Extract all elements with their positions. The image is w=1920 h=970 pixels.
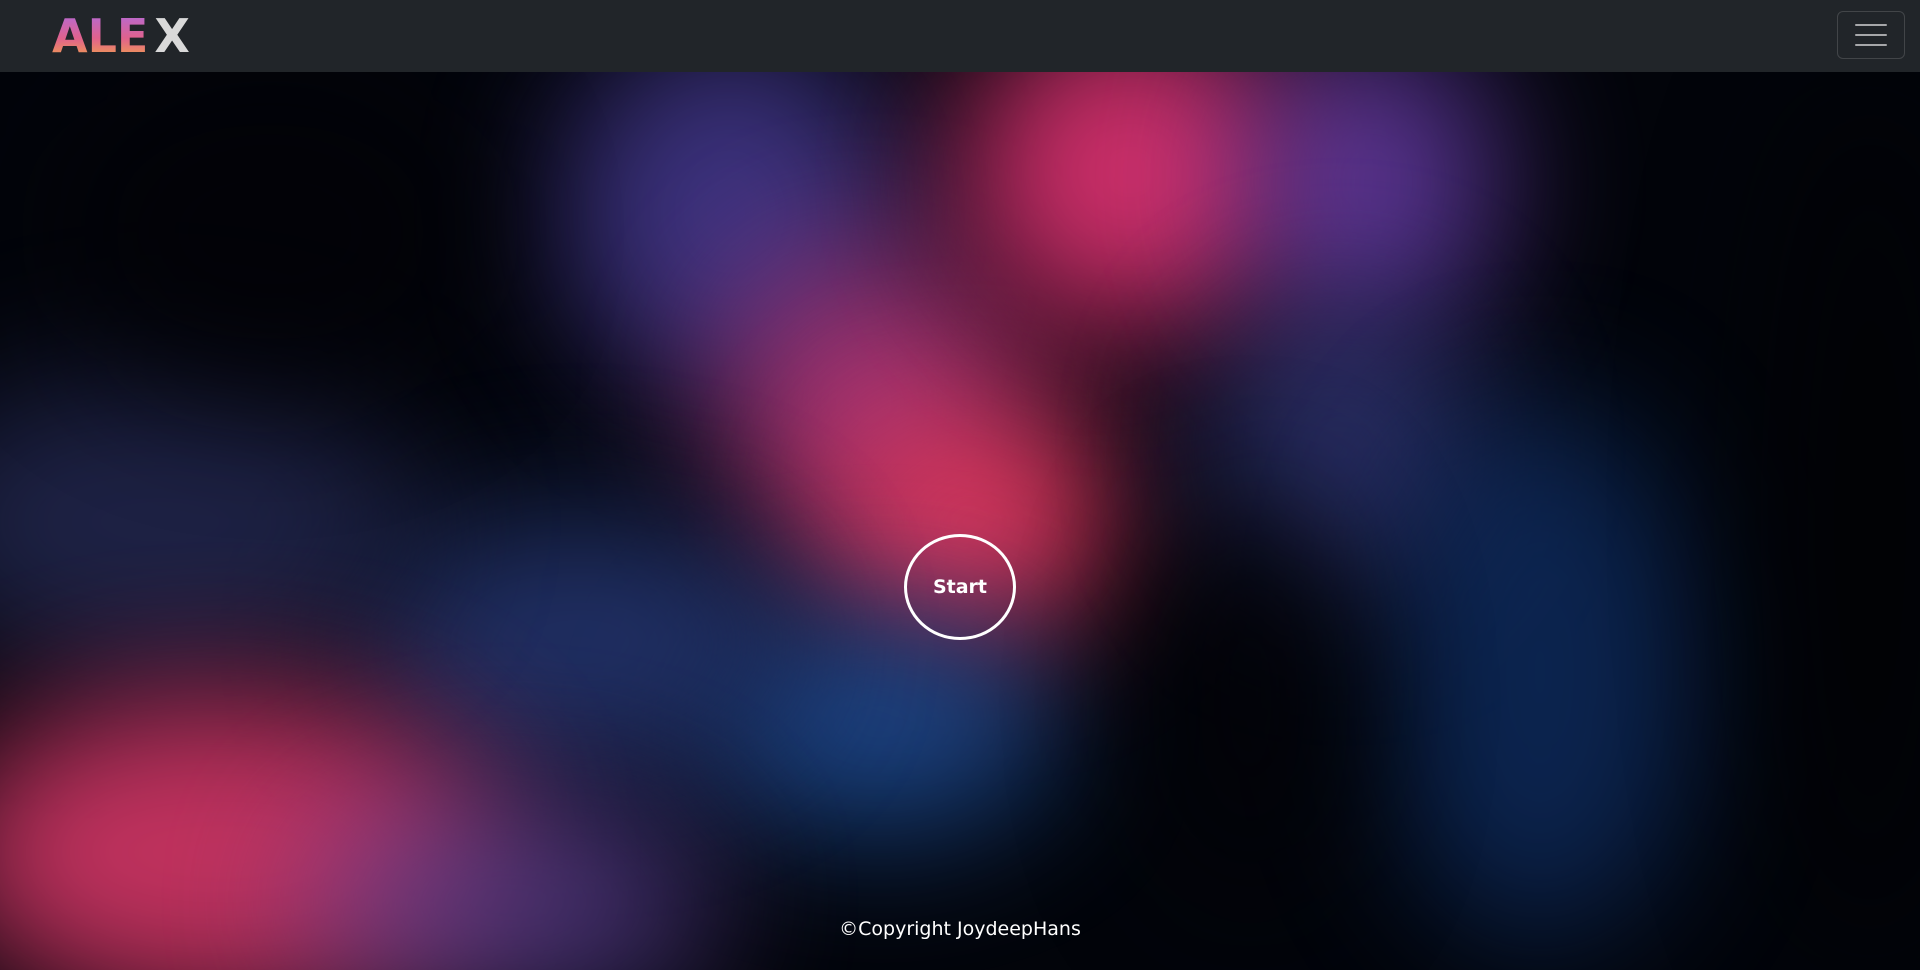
logo-text-x: X — [154, 9, 190, 63]
brand-logo[interactable]: ALE X — [52, 12, 190, 60]
gradient-blob — [1380, 402, 1700, 942]
gradient-blob — [0, 372, 420, 672]
gradient-blob — [360, 512, 800, 772]
gradient-blob — [1760, 72, 1920, 970]
gradient-background: Start — [0, 72, 1920, 970]
gradient-blob — [1240, 72, 1500, 332]
gradient-blob — [1150, 492, 1350, 912]
footer-copyright: ©Copyright JoydeepHans — [839, 918, 1081, 940]
menu-bar-line — [1855, 34, 1887, 36]
logo-text-ale: ALE — [52, 9, 149, 63]
hamburger-menu-icon[interactable] — [1837, 11, 1905, 59]
gradient-blob — [60, 72, 480, 392]
navbar: ALE X — [0, 0, 1920, 72]
menu-bar-line — [1855, 24, 1887, 26]
menu-bar-line — [1855, 44, 1887, 46]
start-button[interactable]: Start — [904, 534, 1016, 640]
